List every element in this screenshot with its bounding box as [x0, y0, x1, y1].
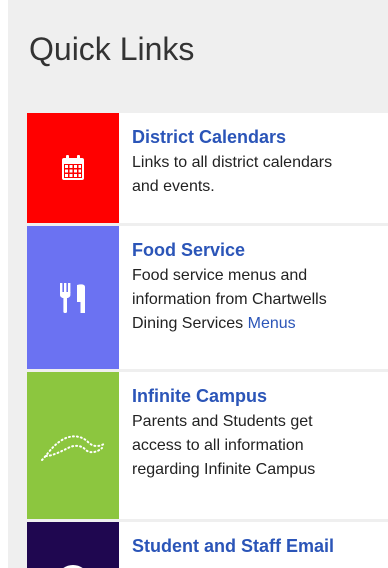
quick-link-text: Food Service Food service menus and info…	[119, 226, 388, 369]
quick-links-panel: Quick Links District Calendars Links to …	[8, 0, 388, 568]
quick-link-text: Student and Staff Email	[119, 522, 388, 568]
food-service-link[interactable]: Food Service	[132, 238, 388, 262]
calendar-icon	[62, 155, 84, 180]
menus-link[interactable]: Menus	[248, 315, 296, 332]
fork-knife-icon	[60, 282, 85, 313]
email-icon	[63, 565, 83, 568]
food-service-description-text: Food service menus and information from …	[132, 267, 327, 332]
district-calendars-description: Links to all district calendars and even…	[132, 154, 333, 195]
infinite-campus-description: Parents and Students get access to all i…	[132, 413, 316, 478]
tile-student-staff-email[interactable]	[27, 522, 119, 568]
tile-district-calendars[interactable]	[27, 113, 119, 223]
quick-link-infinite-campus[interactable]: Infinite Campus Parents and Students get…	[27, 372, 388, 519]
page-title: Quick Links	[29, 31, 195, 67]
student-staff-email-link[interactable]: Student and Staff Email	[132, 534, 388, 558]
quick-links-list: District Calendars Links to all district…	[27, 113, 388, 568]
quick-link-student-staff-email[interactable]: Student and Staff Email	[27, 522, 388, 568]
district-calendars-link[interactable]: District Calendars	[132, 125, 388, 149]
quick-link-district-calendars[interactable]: District Calendars Links to all district…	[27, 113, 388, 223]
quick-link-food-service[interactable]: Food Service Food service menus and info…	[27, 226, 388, 369]
quick-link-text: Infinite Campus Parents and Students get…	[119, 372, 388, 519]
tile-infinite-campus[interactable]	[27, 372, 119, 519]
infinite-campus-link[interactable]: Infinite Campus	[132, 384, 388, 408]
quick-link-text: District Calendars Links to all district…	[119, 113, 388, 223]
tile-food-service[interactable]	[27, 226, 119, 369]
infinite-campus-logo-icon	[41, 434, 105, 461]
food-service-description: Food service menus and information from …	[132, 264, 388, 336]
